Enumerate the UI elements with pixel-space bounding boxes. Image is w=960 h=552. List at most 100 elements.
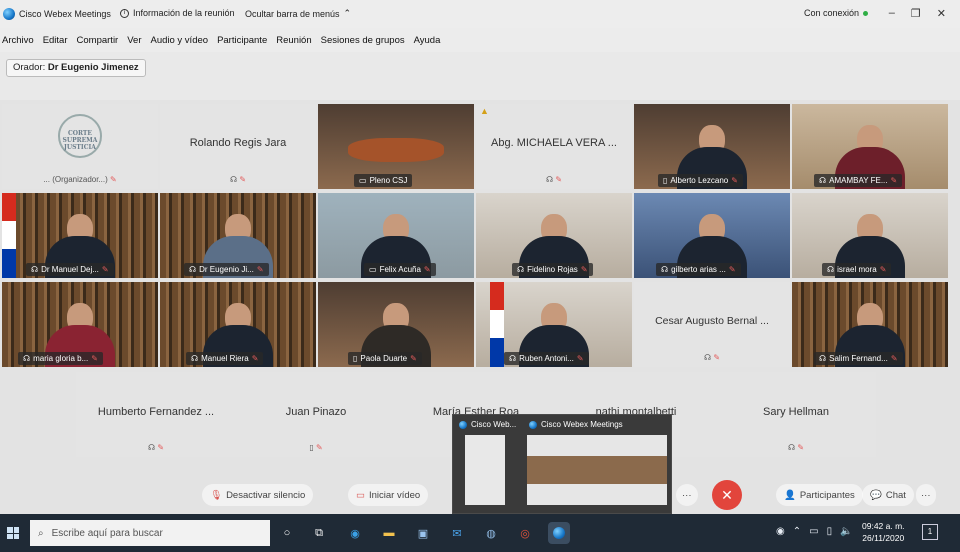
more-options-button-2[interactable]: ··· [916, 484, 936, 506]
connection-label: Con conexión [804, 8, 860, 18]
headset-icon: ☊ [191, 354, 199, 363]
phone-icon: ▯ [353, 354, 358, 363]
headset-icon: ☊ [147, 443, 156, 452]
mic-muted-icon: ✎ [110, 175, 117, 184]
mic-muted-icon: ✎ [580, 265, 588, 274]
mic-muted-icon: ✎ [713, 353, 721, 362]
start-video-button[interactable]: ▭ Iniciar vídeo [348, 484, 429, 506]
hide-menu-button[interactable]: Ocultar barra de menús ⌃ [245, 8, 351, 19]
start-video-label: Iniciar vídeo [368, 489, 421, 501]
mic-muted-icon: ✎ [731, 176, 738, 185]
participant-tile[interactable]: ☊ gilberto arias ... ✎ [634, 193, 790, 278]
menu-participante[interactable]: Participante [217, 35, 267, 46]
participant-tile[interactable]: ▲ Abg. MICHAELA VERA ... ☊ ✎ [476, 104, 632, 189]
participant-tile[interactable]: ▭ Pleno CSJ [318, 104, 474, 189]
info-icon: i [120, 8, 129, 18]
participant-tile[interactable]: ▯ Paola Duarte ✎ [318, 282, 474, 367]
restore-icon[interactable]: ❐ [911, 7, 921, 20]
app-title: Cisco Webex Meetings [3, 8, 111, 20]
mic-muted-icon: ✎ [91, 354, 98, 363]
notifications-icon[interactable]: 1 [922, 524, 938, 540]
chrome-icon[interactable]: ◎ [514, 522, 536, 544]
volume-icon[interactable]: 🔈 [840, 526, 852, 537]
battery-icon[interactable]: ▯ [827, 526, 833, 537]
participant-tile[interactable]: ▯ Alberto Lezcano ✎ [634, 104, 790, 189]
store-icon[interactable]: ▣ [412, 522, 434, 544]
headset-icon: ☊ [545, 175, 554, 184]
more-icon: ··· [921, 489, 931, 501]
participants-button[interactable]: 👤 Participantes [776, 484, 863, 506]
participant-tile[interactable]: ☊ Fidelino Rojas ✎ [476, 193, 632, 278]
task-view-icon[interactable]: ⧉ [308, 522, 330, 544]
menu-ayuda[interactable]: Ayuda [414, 35, 441, 46]
menu-reunion[interactable]: Reunión [276, 35, 311, 46]
mic-muted-icon: ✎ [315, 443, 323, 452]
network-icon[interactable]: ▭ [809, 526, 818, 537]
participant-tile[interactable]: Cesar Augusto Bernal ... ☊ ✎ [634, 282, 790, 367]
participant-tile[interactable]: Sary Hellman ☊ ✎ [716, 372, 876, 457]
file-explorer-icon[interactable]: ▬ [378, 522, 400, 544]
camera-off-icon: ▭ [356, 489, 365, 501]
tile-label: ☊ Fidelino Rojas ✎ [512, 263, 593, 276]
tile-label: ☊ Manuel Riera ✎ [186, 352, 264, 365]
search-icon: ⌕ [38, 527, 44, 539]
participant-name: Humberto Fernandez ... [97, 406, 215, 418]
participant-tile[interactable]: ▭ Felix Acuña ✎ [318, 193, 474, 278]
mail-icon[interactable]: ✉ [446, 522, 468, 544]
participant-tile[interactable]: ☊ israel mora ✎ [792, 193, 948, 278]
chat-icon: 💬 [870, 489, 882, 501]
webex-logo-icon [459, 420, 467, 429]
hide-menu-label: Ocultar barra de menús [245, 8, 340, 19]
chevron-up-icon[interactable]: ⌃ [793, 526, 801, 537]
end-meeting-button[interactable]: ✕ [712, 480, 742, 510]
participant-tile[interactable]: ☊ AMAMBAY FE... ✎ [792, 104, 948, 189]
participant-tile[interactable]: Humberto Fernandez ... ☊ ✎ [76, 372, 236, 457]
taskbar-window-preview: Cisco Web... Cisco Webex Meetings [452, 414, 672, 514]
monitor-icon: ▭ [369, 265, 377, 274]
taskbar-search[interactable]: ⌕ Escribe aquí para buscar [30, 520, 270, 546]
meeting-info-button[interactable]: i Información de la reunión [120, 8, 235, 18]
menu-audio-video[interactable]: Audio y vídeo [150, 35, 208, 46]
participant-tile[interactable]: ☊ Manuel Riera ✎ [160, 282, 316, 367]
participant-tile[interactable]: Juan Pinazo ▯ ✎ [236, 372, 396, 457]
speaker-label: Orador: [13, 62, 46, 73]
taskbar-clock[interactable]: 09:42 a. m. 26/11/2020 [862, 520, 905, 544]
participant-tile[interactable]: ☊ Salim Fernand... ✎ [792, 282, 948, 367]
app-icon[interactable]: ◍ [480, 522, 502, 544]
participant-tile[interactable]: Rolando Regis Jara ☊ ✎ [160, 104, 316, 189]
participant-tile[interactable]: ☊ maria gloria b... ✎ [2, 282, 158, 367]
tile-label: ☊ Salim Fernand... ✎ [814, 352, 903, 365]
edge-icon[interactable]: ◉ [344, 522, 366, 544]
more-options-button[interactable]: ··· [676, 484, 698, 506]
mute-button[interactable]: 🎙 Desactivar silencio [202, 484, 314, 506]
headset-icon: ☊ [661, 265, 669, 274]
menu-sesiones[interactable]: Sesiones de grupos [321, 35, 405, 46]
menu-editar[interactable]: Editar [43, 35, 68, 46]
participant-tile[interactable]: CORTE SUPREMA JUSTICIA ... (Organizador...… [2, 104, 158, 189]
minimize-icon[interactable]: – [889, 7, 895, 20]
preview-window-2[interactable]: Cisco Webex Meetings [523, 415, 673, 515]
close-icon[interactable]: ✕ [937, 7, 946, 20]
tile-label: ☊ Dr Manuel Dej... ✎ [26, 263, 114, 276]
participants-label: Participantes [799, 489, 855, 501]
chat-button[interactable]: 💬 Chat [862, 484, 914, 506]
preview-title: Cisco Web... [459, 420, 516, 429]
warning-icon: ▲ [480, 106, 489, 116]
menu-ver[interactable]: Ver [127, 35, 141, 46]
preview-window-1[interactable]: Cisco Web... [453, 415, 521, 515]
chevron-up-icon: ⌃ [343, 8, 352, 18]
tile-status: ☊ ✎ [716, 443, 876, 452]
tile-label: ☊ Dr Eugenio Ji... ✎ [184, 263, 269, 276]
menu-compartir[interactable]: Compartir [77, 35, 119, 46]
webex-taskbar-icon[interactable] [548, 522, 570, 544]
webex-tray-icon[interactable]: ◉ [776, 526, 785, 537]
participant-tile[interactable]: ☊ Dr Manuel Dej... ✎ [2, 193, 158, 278]
headset-icon: ☊ [517, 265, 525, 274]
start-button[interactable] [0, 514, 26, 552]
participant-tile[interactable]: ☊ Ruben Antoni... ✎ [476, 282, 632, 367]
menu-archivo[interactable]: Archivo [2, 35, 34, 46]
headset-icon: ☊ [189, 265, 197, 274]
cortana-icon[interactable]: ○ [276, 522, 298, 544]
participant-tile-active-speaker[interactable]: ☊ Dr Eugenio Ji... ✎ [160, 193, 316, 278]
clock-time: 09:42 a. m. [862, 521, 905, 531]
